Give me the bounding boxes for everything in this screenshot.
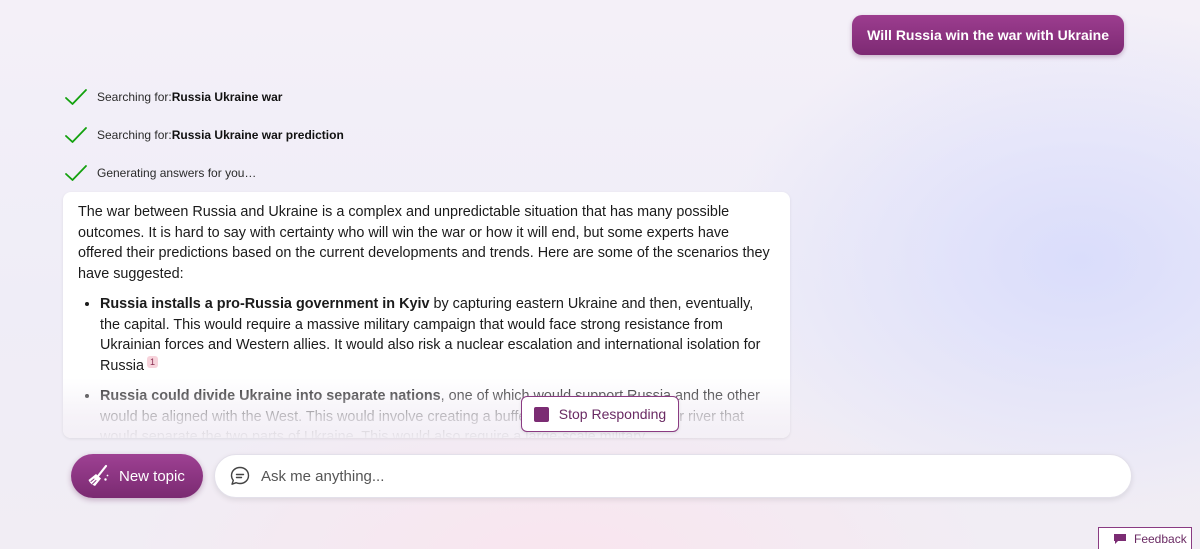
stop-responding-button[interactable]: Stop Responding xyxy=(521,396,679,432)
new-topic-button[interactable]: New topic xyxy=(71,454,203,498)
answer-intro: The war between Russia and Ukraine is a … xyxy=(78,204,770,282)
broom-icon xyxy=(88,464,109,486)
feedback-icon xyxy=(1114,533,1126,544)
stop-responding-label: Stop Responding xyxy=(558,406,667,422)
progress-row: Generating answers for you… xyxy=(64,154,344,192)
ask-box[interactable] xyxy=(214,454,1132,498)
chat-bubble-icon xyxy=(230,466,250,485)
user-message-bubble: Will Russia win the war with Ukraine xyxy=(852,15,1124,55)
progress-row: Searching for: Russia Ukraine war predic… xyxy=(64,116,344,154)
bullet-heading: Russia installs a pro-Russia government … xyxy=(100,296,430,312)
feedback-label: Feedback xyxy=(1134,531,1187,546)
feedback-button[interactable]: Feedback xyxy=(1098,527,1192,549)
progress-query: Russia Ukraine war prediction xyxy=(171,128,344,142)
check-icon xyxy=(65,165,87,181)
progress-row: Searching for: Russia Ukraine war xyxy=(64,78,344,116)
ask-input[interactable] xyxy=(259,455,1131,497)
check-icon xyxy=(65,89,87,105)
progress-prefix: Generating answers for you… xyxy=(97,166,257,180)
answer-card: The war between Russia and Ukraine is a … xyxy=(63,192,790,438)
search-progress-list: Searching for: Russia Ukraine war Search… xyxy=(64,78,344,192)
user-message-text: Will Russia win the war with Ukraine xyxy=(867,27,1109,43)
answer-bullet: Russia installs a pro-Russia government … xyxy=(100,294,774,376)
check-icon xyxy=(65,127,87,143)
stop-square-icon xyxy=(533,406,549,422)
new-topic-label: New topic xyxy=(119,467,185,485)
bullet-heading: Russia could divide Ukraine into separat… xyxy=(100,388,441,404)
citation-badge[interactable]: 1 xyxy=(147,355,159,368)
progress-prefix: Searching for: xyxy=(97,90,172,104)
progress-query: Russia Ukraine war xyxy=(171,90,283,104)
progress-prefix: Searching for: xyxy=(97,128,172,142)
